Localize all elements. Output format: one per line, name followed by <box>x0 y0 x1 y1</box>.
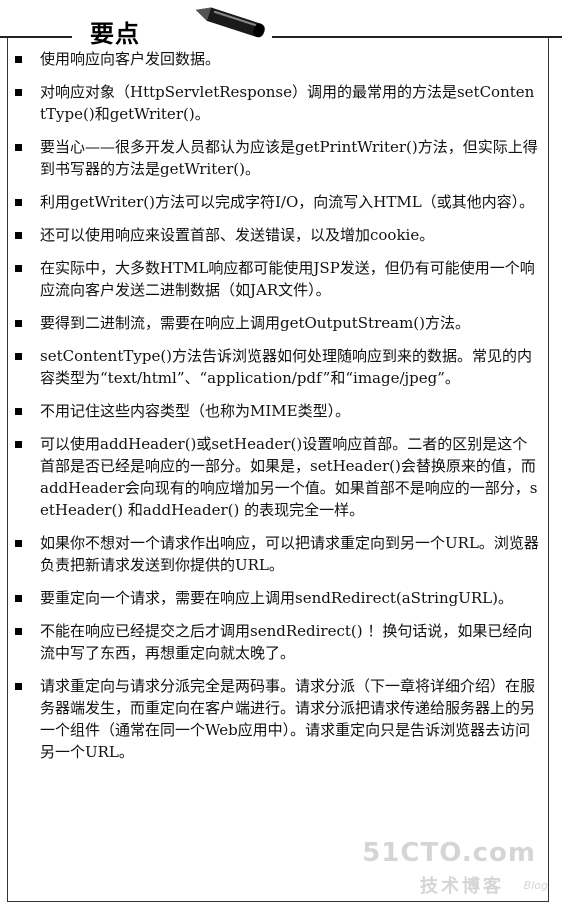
list-item: 还可以使用响应来设置首部、发送错误，以及增加cookie。 <box>10 224 546 246</box>
list-item: 请求重定向与请求分派完全是两码事。请求分派（下一章将详细介绍）在服务器端发生，而… <box>10 675 546 763</box>
list-item: 要得到二进制流，需要在响应上调用getOutputStream()方法。 <box>10 312 546 334</box>
list-item: 可以使用addHeader()或setHeader()设置响应首部。二者的区别是… <box>10 433 546 521</box>
list-item-text: 对响应对象（HttpServletResponse）调用的最常用的方法是setC… <box>40 83 535 123</box>
bullet-square-icon <box>15 540 22 547</box>
bullet-square-icon <box>15 199 22 206</box>
bullet-square-icon <box>15 232 22 239</box>
list-item-text: 不能在响应已经提交之后才调用sendRedirect() ！换句话说，如果已经向… <box>40 622 533 662</box>
bullet-square-icon <box>15 683 22 690</box>
bullet-square-icon <box>15 265 22 272</box>
bullet-square-icon <box>15 89 22 96</box>
list-item: 不用记住这些内容类型（也称为MIME类型）。 <box>10 400 546 422</box>
bullet-square-icon <box>15 144 22 151</box>
list-item-text: 使用响应向客户发回数据。 <box>40 50 221 68</box>
list-item-text: 如果你不想对一个请求作出响应，可以把请求重定向到另一个URL。浏览器负责把新请求… <box>40 534 539 574</box>
bullet-square-icon <box>15 56 22 63</box>
list-item-text: 在实际中，大多数HTML响应都可能使用JSP发送，但仍有可能使用一个响应流向客户… <box>40 259 535 299</box>
list-item: 要重定向一个请求，需要在响应上调用sendRedirect(aStringURL… <box>10 587 546 609</box>
list-item-text: 要得到二进制流，需要在响应上调用getOutputStream()方法。 <box>40 314 471 332</box>
list-item-text: setContentType()方法告诉浏览器如何处理随响应到来的数据。常见的内… <box>40 347 533 387</box>
list-item: 利用getWriter()方法可以完成字符I/O，向流写入HTML（或其他内容）… <box>10 191 546 213</box>
bullet-square-icon <box>15 353 22 360</box>
pencil-icon <box>195 7 265 38</box>
list-item: setContentType()方法告诉浏览器如何处理随响应到来的数据。常见的内… <box>10 345 546 389</box>
list-item: 使用响应向客户发回数据。 <box>10 48 546 70</box>
list-item-text: 利用getWriter()方法可以完成字符I/O，向流写入HTML（或其他内容）… <box>40 193 535 211</box>
list-item-text: 不用记住这些内容类型（也称为MIME类型）。 <box>40 402 351 420</box>
list-item: 要当心——很多开发人员都认为应该是getPrintWriter()方法，但实际上… <box>10 136 546 180</box>
list-item-text: 要重定向一个请求，需要在响应上调用sendRedirect(aStringURL… <box>40 589 513 607</box>
list-item: 对响应对象（HttpServletResponse）调用的最常用的方法是setC… <box>10 81 546 125</box>
list-item: 不能在响应已经提交之后才调用sendRedirect() ！换句话说，如果已经向… <box>10 620 546 664</box>
bullet-square-icon <box>15 408 22 415</box>
list-item: 在实际中，大多数HTML响应都可能使用JSP发送，但仍有可能使用一个响应流向客户… <box>10 257 546 301</box>
list-item: 如果你不想对一个请求作出响应，可以把请求重定向到另一个URL。浏览器负责把新请求… <box>10 532 546 576</box>
bullet-square-icon <box>15 595 22 602</box>
key-points-page: 要点 使用响应向客户发回数据。 对响应对象（HttpServletRespons… <box>0 0 562 908</box>
key-points-list: 使用响应向客户发回数据。 对响应对象（HttpServletResponse）调… <box>10 48 546 774</box>
list-item-text: 还可以使用响应来设置首部、发送错误，以及增加cookie。 <box>40 226 435 244</box>
bullet-square-icon <box>15 628 22 635</box>
list-item-text: 请求重定向与请求分派完全是两码事。请求分派（下一章将详细介绍）在服务器端发生，而… <box>40 677 536 761</box>
bullet-square-icon <box>15 320 22 327</box>
list-item-text: 可以使用addHeader()或setHeader()设置响应首部。二者的区别是… <box>40 435 538 519</box>
list-item-text: 要当心——很多开发人员都认为应该是getPrintWriter()方法，但实际上… <box>40 138 538 178</box>
bullet-square-icon <box>15 441 22 448</box>
